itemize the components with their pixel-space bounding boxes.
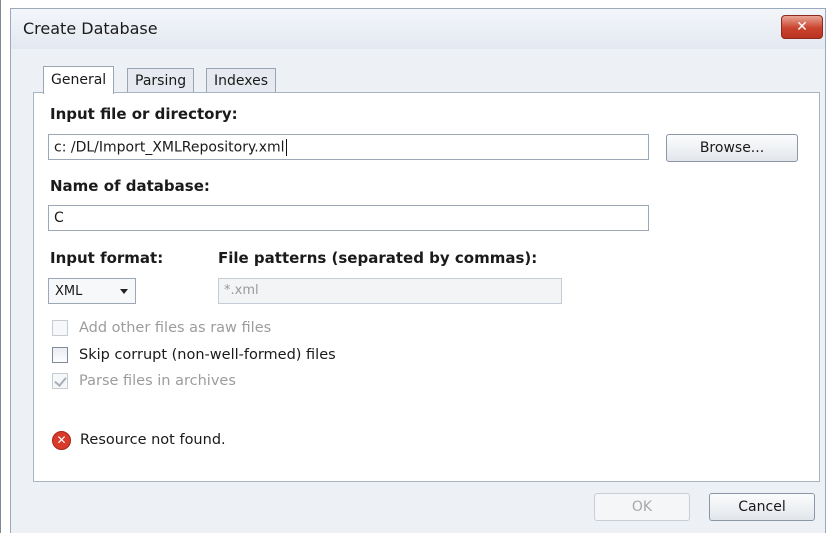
text-caret [285,139,287,156]
input-file-field[interactable]: c: /DL/Import_XMLRepository.xml [48,134,649,160]
raw-files-checkbox[interactable] [52,320,68,336]
database-name-label: Name of database: [50,177,210,195]
ok-button[interactable]: OK [594,493,690,521]
file-patterns-label: File patterns (separated by commas): [218,249,538,267]
option-parse-archives[interactable]: Parse files in archives [52,371,236,391]
browse-button[interactable]: Browse... [666,134,798,162]
database-name-field[interactable]: C [48,205,649,231]
option-skip-corrupt[interactable]: Skip corrupt (non-well-formed) files [52,345,336,365]
status-message: ✕ Resource not found. [52,429,226,451]
close-icon: ✕ [796,19,808,35]
parse-archives-checkbox[interactable] [52,373,68,389]
file-patterns-value: *.xml [224,283,259,298]
chevron-down-icon [120,289,128,294]
raw-files-label: Add other files as raw files [79,320,272,336]
cancel-button[interactable]: Cancel [709,493,815,521]
database-name-value: C [54,210,64,226]
input-format-value: XML [55,284,83,299]
tab-general[interactable]: General [43,66,115,94]
input-format-select[interactable]: XML [48,278,136,304]
status-text: Resource not found. [80,432,226,448]
close-button[interactable]: ✕ [781,15,823,39]
skip-corrupt-label: Skip corrupt (non-well-formed) files [79,347,336,363]
tab-parsing[interactable]: Parsing [127,68,195,93]
file-patterns-field[interactable]: *.xml [218,278,562,304]
parse-archives-label: Parse files in archives [79,373,236,389]
skip-corrupt-checkbox[interactable] [52,347,68,363]
error-icon: ✕ [52,430,71,450]
background-window-edge [0,0,1,533]
input-format-label: Input format: [50,249,164,267]
tab-indexes[interactable]: Indexes [206,68,277,93]
input-file-label: Input file or directory: [50,105,238,123]
title-bar: Create Database ✕ [11,9,825,49]
input-file-value: c: /DL/Import_XMLRepository.xml [54,139,285,156]
create-database-dialog: Create Database ✕ General Parsing Indexe… [10,8,826,533]
option-raw-files[interactable]: Add other files as raw files [52,318,271,338]
dialog-title: Create Database [23,19,158,38]
